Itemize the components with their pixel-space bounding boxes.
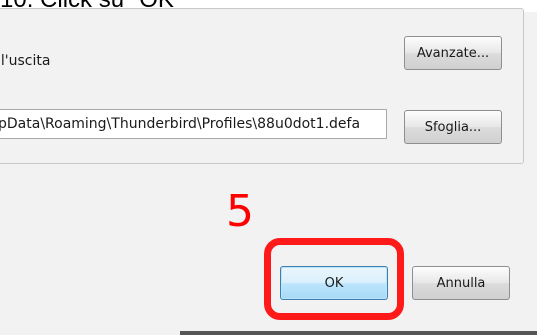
profile-path-field[interactable]: pData\Roaming\Thunderbird\Profiles\88u0d… [0,109,387,139]
exit-option-label: ll'uscita [0,53,51,69]
ok-highlight-box [264,238,404,320]
browse-button[interactable]: Sfoglia... [404,110,502,144]
window-bottom-edge [180,331,537,335]
step-number-annotation: 5 [226,186,254,237]
settings-dialog: ll'uscita pData\Roaming\Thunderbird\Prof… [0,8,537,335]
cancel-button[interactable]: Annulla [412,266,510,300]
advanced-button[interactable]: Avanzate... [404,36,502,70]
